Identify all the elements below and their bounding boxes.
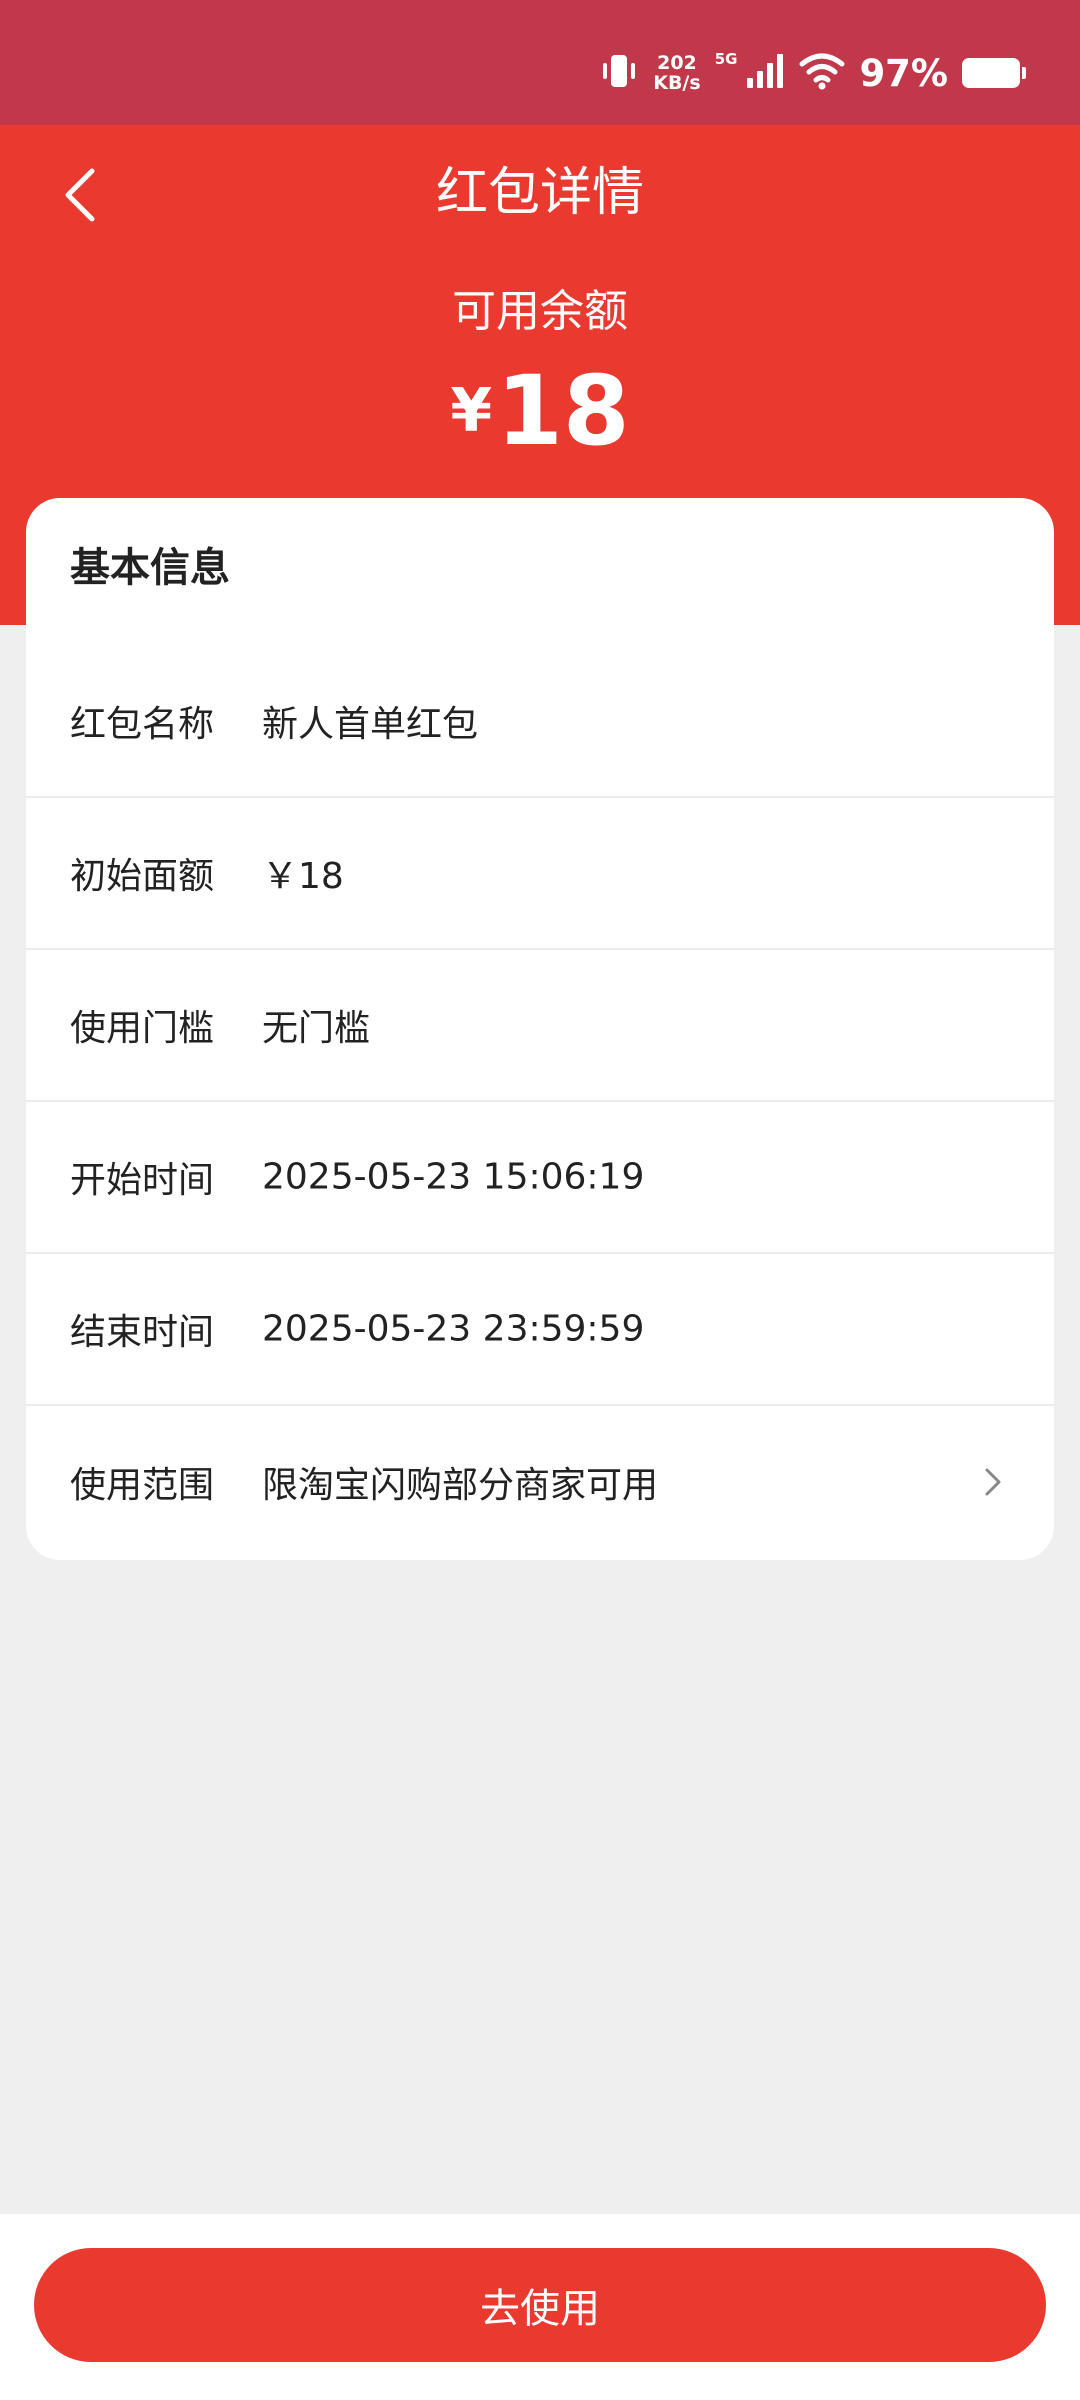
balance-currency: ¥: [450, 375, 493, 446]
row-usage-scope[interactable]: 使用范围 限淘宝闪购部分商家可用: [26, 1406, 1054, 1558]
battery-icon: [962, 58, 1026, 88]
row-value: 2025-05-23 15:06:19: [262, 1156, 645, 1198]
status-bar: 202 KB/s 5G 97%: [0, 0, 1080, 125]
status-icons: 202 KB/s 5G 97%: [599, 48, 1026, 98]
row-value: 新人首单红包: [262, 704, 479, 745]
balance-value: 18: [496, 354, 630, 467]
row-threshold: 使用门槛 无门槛: [26, 950, 1054, 1102]
row-label: 初始面额: [70, 856, 215, 897]
row-label: 红包名称: [70, 704, 215, 745]
row-value: ￥18: [262, 856, 344, 897]
net-speed-unit: KB/s: [653, 72, 701, 94]
red-packet-detail-page: 202 KB/s 5G 97% 红包详情 可用余额 ¥18 基本信息 红包名称 …: [0, 0, 1080, 2400]
net-speed-value: 202: [657, 52, 697, 74]
signal-icon: [745, 52, 785, 94]
network-type: 5G: [714, 50, 738, 68]
row-start-time: 开始时间 2025-05-23 15:06:19: [26, 1102, 1054, 1254]
battery-percent: 97%: [859, 51, 948, 95]
row-label: 使用门槛: [70, 1008, 215, 1049]
row-end-time: 结束时间 2025-05-23 23:59:59: [26, 1254, 1054, 1406]
vibrate-icon: [599, 51, 639, 95]
row-value: 无门槛: [262, 1008, 371, 1049]
row-label: 结束时间: [70, 1312, 215, 1353]
use-button[interactable]: 去使用: [34, 2248, 1046, 2362]
row-packet-name: 红包名称 新人首单红包: [26, 646, 1054, 798]
row-label: 使用范围: [70, 1465, 215, 1506]
chevron-right-icon: [985, 1468, 1001, 1496]
balance-label: 可用余额: [452, 286, 628, 337]
row-value: 限淘宝闪购部分商家可用: [262, 1465, 659, 1506]
card-title: 基本信息: [70, 545, 230, 591]
net-speed: 202 KB/s: [653, 53, 700, 93]
row-initial-amount: 初始面额 ￥18: [26, 798, 1054, 950]
basic-info-card: 基本信息 红包名称 新人首单红包 初始面额 ￥18 使用门槛 无门槛 开始时间 …: [26, 498, 1054, 1560]
wifi-icon: [799, 52, 845, 94]
row-label: 开始时间: [70, 1160, 215, 1201]
row-value: 2025-05-23 23:59:59: [262, 1308, 645, 1350]
page-title: 红包详情: [435, 163, 644, 223]
bottom-bar: 去使用: [0, 2214, 1080, 2400]
balance-amount: ¥18: [0, 355, 1080, 466]
